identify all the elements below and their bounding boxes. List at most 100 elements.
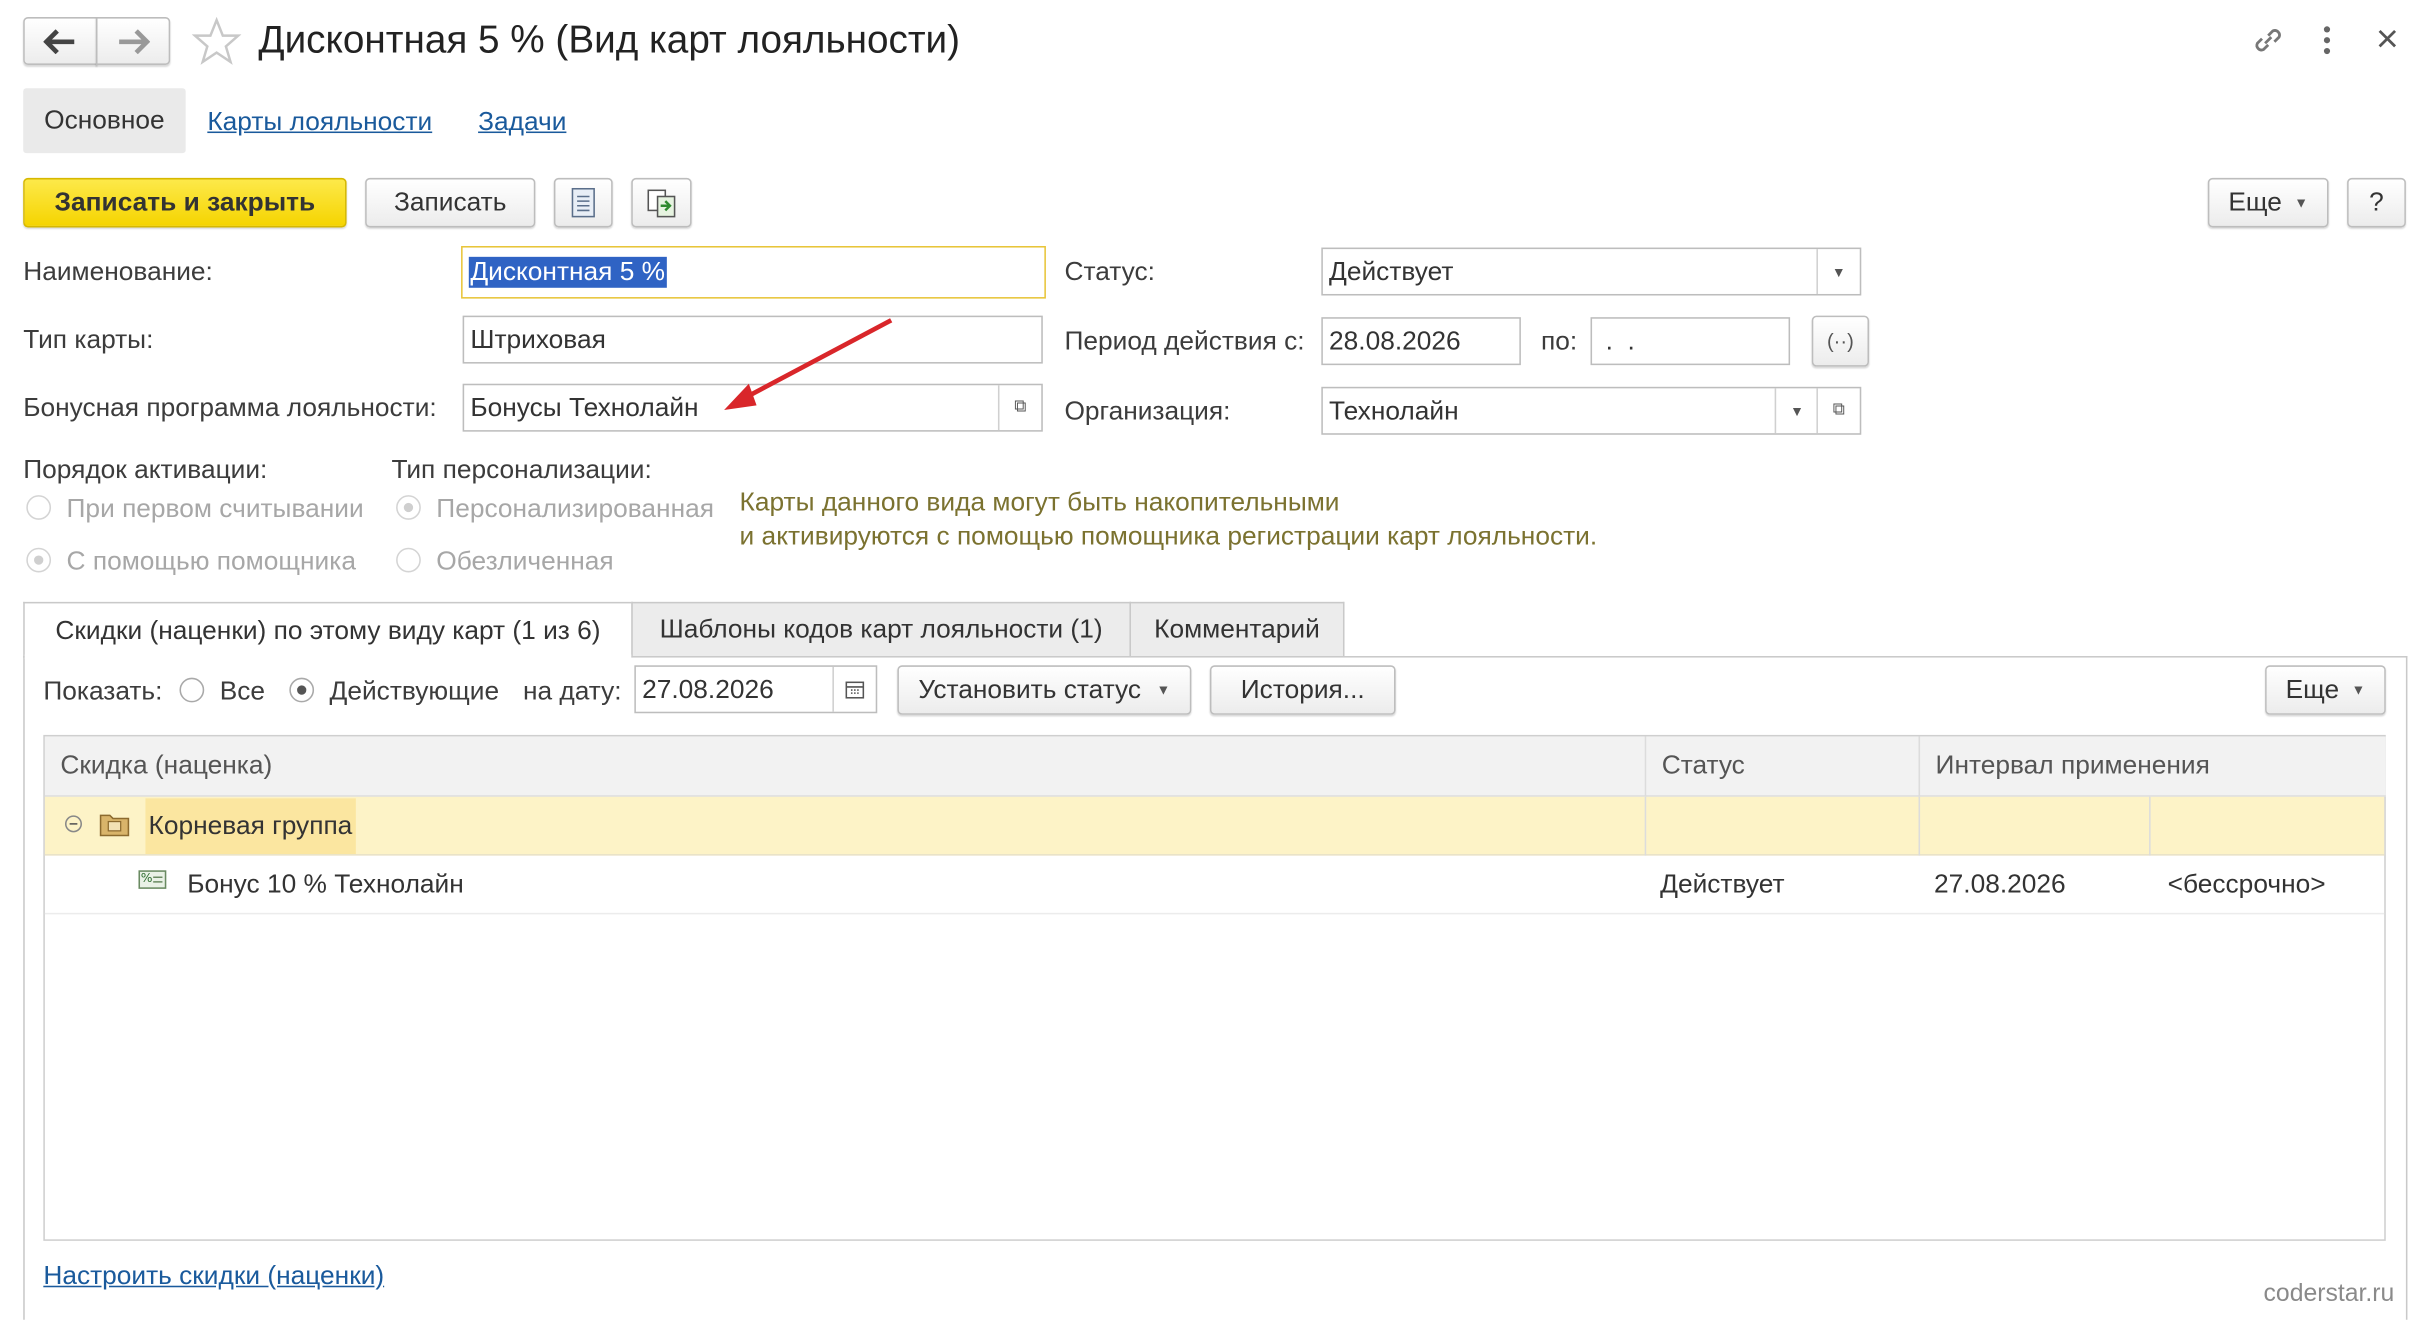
tab-tasks[interactable]: Задачи: [478, 107, 566, 138]
column-header-discount-label: Скидка (наценка): [60, 750, 273, 780]
open-icon[interactable]: ⧉: [997, 385, 1041, 431]
status-value: Действует: [1329, 256, 1454, 286]
arrow-left-icon: [43, 28, 75, 54]
info-line-2: и активируются с помощью помощника регис…: [739, 521, 1598, 551]
save-button[interactable]: Записать: [365, 177, 536, 228]
save-and-close-button[interactable]: Записать и закрыть: [23, 177, 347, 228]
folder-icon: [99, 814, 130, 837]
status-label: Статус:: [1064, 256, 1155, 287]
activation-wizard-radio[interactable]: [26, 547, 52, 573]
period-to-field[interactable]: . .: [1590, 317, 1791, 366]
date-field[interactable]: 27.08.2026: [634, 665, 878, 714]
more-button[interactable]: Еще ▼: [2207, 177, 2329, 228]
column-separator: [2149, 796, 2151, 856]
organization-select[interactable]: Технолайн ▼ ⧉: [1321, 386, 1862, 435]
tab-main[interactable]: Основное: [23, 88, 186, 154]
discount-to-cell: <бессрочно>: [2167, 868, 2326, 899]
date-label: на дату:: [522, 676, 622, 706]
name-field[interactable]: Дисконтная 5 %: [461, 246, 1046, 299]
configure-discounts-link[interactable]: Настроить скидки (наценки): [43, 1261, 384, 1292]
active-tab-gap: [24, 654, 632, 660]
grid-more-button[interactable]: Еще ▼: [2265, 665, 2386, 715]
period-from-value: 28.08.2026: [1329, 325, 1461, 356]
tab-templates[interactable]: Шаблоны кодов карт лояльности (1): [631, 601, 1132, 657]
date-value: 27.08.2026: [642, 673, 774, 704]
period-from-field[interactable]: 28.08.2026: [1321, 317, 1521, 366]
tab-loyalty-cards[interactable]: Карты лояльности: [207, 107, 432, 138]
tab-comment[interactable]: Комментарий: [1129, 601, 1345, 657]
show-label: Показать:: [43, 676, 163, 706]
show-active-radio[interactable]: [289, 677, 315, 703]
help-button[interactable]: ?: [2347, 177, 2406, 228]
anonymous-radio[interactable]: [396, 547, 421, 573]
activation-label: Порядок активации:: [23, 454, 268, 485]
set-status-label: Установить статус: [918, 674, 1142, 704]
discount-status-cell: Действует: [1660, 868, 1785, 899]
activation-wizard-label: С помощью помощника: [66, 546, 356, 576]
column-header-interval[interactable]: Интервал применения: [1918, 736, 2386, 797]
tab-main-label: Основное: [44, 105, 165, 135]
collapse-icon[interactable]: [64, 815, 83, 833]
arrow-right-icon: [119, 28, 151, 54]
period-picker-button[interactable]: (··): [1811, 315, 1870, 367]
bonus-program-label: Бонусная программа лояльности:: [23, 392, 437, 423]
history-button[interactable]: История...: [1209, 665, 1396, 715]
related-docs-button[interactable]: [631, 177, 692, 228]
status-select[interactable]: Действует ▼: [1321, 247, 1862, 296]
show-active-label: Действующие: [329, 676, 500, 706]
period-to-value: . .: [1598, 325, 1635, 356]
personalized-label: Персонализированная: [436, 493, 714, 523]
grid-more-label: Еще: [2285, 674, 2340, 704]
group-name-cell: Корневая группа: [145, 798, 356, 855]
column-header-status-label: Статус: [1661, 750, 1745, 780]
name-value: Дисконтная 5 %: [468, 256, 667, 288]
more-vertical-icon[interactable]: [2316, 23, 2338, 57]
chevron-down-icon[interactable]: ▼: [1774, 388, 1818, 434]
personalization-label: Тип персонализации:: [391, 454, 652, 485]
link-icon[interactable]: [2250, 23, 2287, 57]
table-row-group[interactable]: [44, 796, 2385, 856]
organization-value: Технолайн: [1329, 395, 1459, 425]
show-all-label: Все: [219, 676, 266, 706]
forward-button[interactable]: [95, 17, 171, 65]
discount-icon: %: [138, 870, 167, 889]
svg-text:%: %: [141, 871, 153, 885]
column-separator: [1918, 796, 1921, 856]
more-button-label: Еще: [2228, 187, 2282, 217]
group-name: Корневая группа: [148, 810, 353, 841]
column-header-interval-label: Интервал применения: [1935, 750, 2210, 780]
card-type-label: Тип карты:: [23, 324, 154, 355]
period-picker-icon: (··): [1826, 329, 1854, 353]
show-all-radio[interactable]: [179, 677, 205, 703]
chevron-down-icon: ▼: [2294, 194, 2309, 211]
personalized-radio[interactable]: [396, 495, 421, 520]
calendar-icon[interactable]: [832, 666, 875, 712]
activation-first-read-radio[interactable]: [26, 495, 52, 520]
favorite-star-icon[interactable]: [191, 17, 242, 65]
back-button[interactable]: [23, 17, 98, 65]
column-header-status[interactable]: Статус: [1644, 736, 1919, 797]
open-icon[interactable]: ⧉: [1816, 388, 1859, 434]
close-icon[interactable]: [2376, 28, 2398, 50]
discount-name-cell: Бонус 10 % Технолайн: [187, 868, 464, 899]
document-list-icon: [571, 187, 595, 218]
tab-discounts[interactable]: Скидки (наценки) по этому виду карт (1 и…: [23, 601, 633, 658]
discount-from-cell: 27.08.2026: [1934, 868, 2066, 899]
period-label: Период действия с:: [1064, 326, 1305, 356]
bonus-program-value: Бонусы Технолайн: [470, 392, 699, 422]
report-button[interactable]: [553, 177, 613, 228]
column-separator: [1644, 796, 1647, 856]
name-label: Наименование:: [23, 256, 213, 287]
column-header-discount[interactable]: Скидка (наценка): [44, 736, 1645, 797]
chevron-down-icon: ▼: [1156, 682, 1171, 698]
card-type-value: Штриховая: [470, 324, 606, 354]
discounts-table[interactable]: Скидка (наценка) Статус Интервал примене…: [43, 734, 2386, 1241]
info-line-1: Карты данного вида могут быть накопитель…: [739, 487, 1340, 517]
window: Дисконтная 5 % (Вид карт лояльности) Осн…: [0, 0, 2426, 1320]
watermark: coderstar.ru: [2263, 1281, 2395, 1308]
chevron-down-icon: ▼: [2351, 682, 2366, 698]
chevron-down-icon[interactable]: ▼: [1816, 249, 1859, 294]
related-documents-icon: [646, 189, 675, 218]
set-status-button[interactable]: Установить статус ▼: [897, 665, 1192, 715]
window-title: Дисконтная 5 % (Вид карт лояльности): [258, 18, 961, 62]
